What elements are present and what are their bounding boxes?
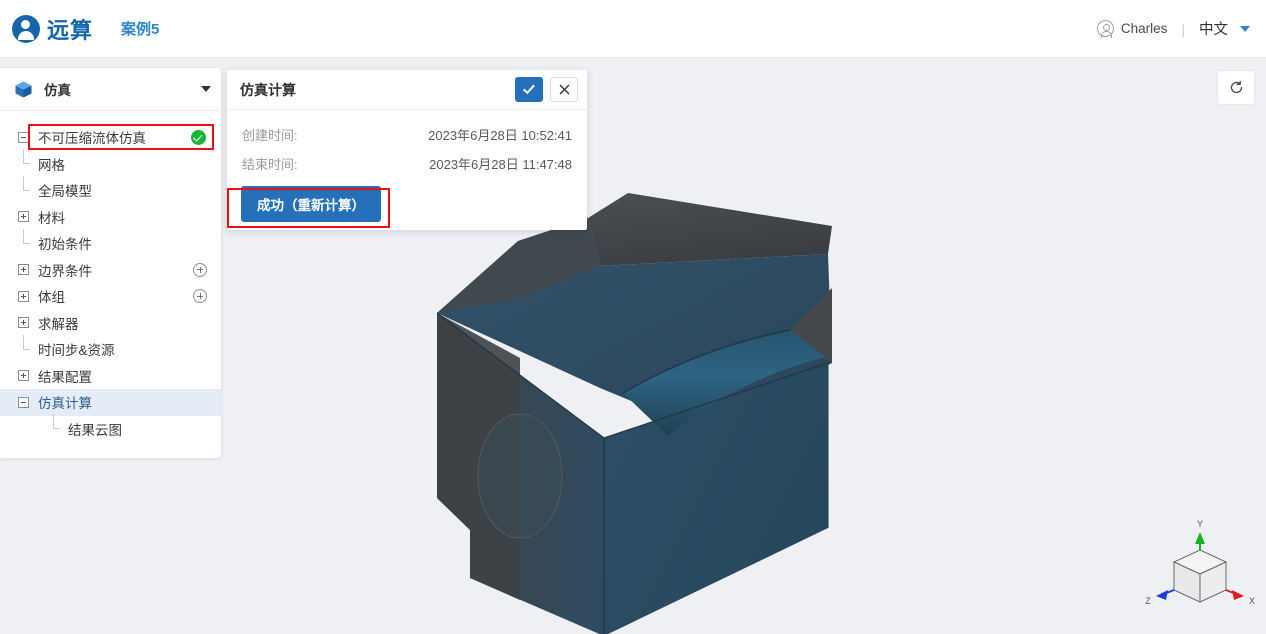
app-root: Y X Z 远算 案例5 Charles | 中文 仿真 不可压缩流体仿真 网格…	[0, 0, 1266, 634]
axis-label-z: Z	[1145, 596, 1151, 606]
tree-item-label: 材料	[38, 210, 65, 226]
model-top-back-slab	[588, 193, 832, 266]
tree-item-result-config[interactable]: 结果配置	[0, 363, 221, 390]
chevron-down-icon[interactable]	[1240, 25, 1250, 32]
user-avatar-icon	[1096, 20, 1114, 38]
yuansuan-logo-icon	[12, 14, 40, 43]
expand-toggle-icon[interactable]	[18, 290, 29, 302]
axis-label-y: Y	[1197, 519, 1203, 529]
recompute-button[interactable]: 成功（重新计算）	[241, 186, 381, 222]
tree-item-label: 结果配置	[38, 369, 92, 385]
sidebar-title: 仿真	[44, 83, 71, 98]
chevron-down-icon[interactable]	[201, 86, 211, 92]
status-success-icon	[191, 129, 206, 145]
tree-item-global-model[interactable]: 全局模型	[0, 175, 221, 204]
dialog-header: 仿真计算	[227, 70, 587, 110]
tree-item-timestep-resources[interactable]: 时间步&资源	[0, 334, 221, 363]
tree-branch-line	[18, 334, 30, 355]
project-name: 案例5	[121, 21, 160, 38]
collapse-toggle-icon[interactable]	[18, 131, 29, 143]
tree-branch-line	[48, 414, 60, 434]
tree-item-label: 求解器	[38, 316, 79, 332]
close-icon	[559, 84, 569, 95]
tree-item-label: 全局模型	[38, 184, 92, 200]
create-time-label: 创建时间:	[242, 128, 298, 143]
tree-item-label: 结果云图	[68, 422, 122, 438]
axis-z-arrow	[1156, 590, 1168, 600]
check-icon	[523, 81, 535, 95]
dialog-header-actions	[515, 77, 578, 102]
brand[interactable]: 远算	[12, 13, 93, 45]
tree-item-label: 不可压缩流体仿真	[38, 131, 146, 147]
simulation-sidebar: 仿真 不可压缩流体仿真 网格 全局模型 材料 初始条件 边界条件 体组 求解器 …	[0, 68, 221, 458]
collapse-toggle-icon[interactable]	[18, 396, 29, 408]
tree-branch-line	[18, 175, 30, 196]
axis-x-arrow	[1232, 590, 1244, 600]
expand-toggle-icon[interactable]	[18, 264, 29, 276]
add-icon[interactable]	[193, 289, 207, 304]
add-icon[interactable]	[193, 262, 207, 277]
confirm-button[interactable]	[515, 77, 543, 102]
tree-item-label: 网格	[38, 157, 65, 173]
dialog-title: 仿真计算	[240, 81, 296, 98]
tree-item-incompressible-flow[interactable]: 不可压缩流体仿真	[0, 124, 221, 151]
simulation-run-dialog: 仿真计算 创建时间: 2023年6月28日 10:52:41 结束时间: 202…	[227, 70, 587, 230]
sidebar-header[interactable]: 仿真	[0, 68, 221, 111]
end-time-label: 结束时间:	[242, 157, 298, 172]
header-right: Charles | 中文	[1096, 18, 1250, 39]
tree-item-volume-group[interactable]: 体组	[0, 283, 221, 310]
app-header: 远算 案例5 Charles | 中文	[0, 0, 1266, 58]
tree-item-mesh[interactable]: 网格	[0, 149, 221, 178]
tree-item-material[interactable]: 材料	[0, 204, 221, 231]
tree-branch-line	[18, 228, 30, 249]
tree-item-label: 初始条件	[38, 237, 92, 253]
end-time-row: 结束时间: 2023年6月28日 11:47:48	[242, 149, 572, 178]
brand-name: 远算	[47, 17, 94, 43]
cube-icon	[14, 80, 33, 99]
header-separator: |	[1181, 20, 1185, 37]
tree-item-label: 时间步&资源	[38, 343, 115, 359]
axis-y-arrow	[1195, 532, 1205, 544]
axis-label-x: X	[1249, 596, 1255, 606]
simulation-tree: 不可压缩流体仿真 网格 全局模型 材料 初始条件 边界条件 体组 求解器 时间步…	[0, 111, 221, 442]
tree-item-result-contour[interactable]: 结果云图	[0, 414, 221, 443]
expand-toggle-icon[interactable]	[18, 211, 29, 223]
create-time-row: 创建时间: 2023年6月28日 10:52:41	[242, 120, 572, 149]
close-button[interactable]	[550, 77, 578, 102]
tree-branch-line	[18, 149, 30, 169]
tree-item-label: 边界条件	[38, 263, 92, 279]
tree-item-simulation-run[interactable]: 仿真计算	[0, 389, 221, 416]
reset-view-button[interactable]	[1217, 70, 1255, 105]
tree-item-initial-conditions[interactable]: 初始条件	[0, 228, 221, 257]
tree-item-boundary-conditions[interactable]: 边界条件	[0, 257, 221, 284]
end-time-value: 2023年6月28日 11:47:48	[429, 157, 572, 172]
tree-item-label: 仿真计算	[38, 396, 92, 412]
create-time-value: 2023年6月28日 10:52:41	[428, 128, 572, 143]
expand-toggle-icon[interactable]	[18, 317, 29, 329]
refresh-icon	[1230, 80, 1242, 94]
expand-toggle-icon[interactable]	[18, 370, 29, 382]
tree-item-label: 体组	[38, 290, 65, 306]
dialog-body: 创建时间: 2023年6月28日 10:52:41 结束时间: 2023年6月2…	[227, 110, 587, 178]
dialog-footer: 成功（重新计算）	[227, 178, 587, 222]
tree-item-solver[interactable]: 求解器	[0, 310, 221, 337]
user-name[interactable]: Charles	[1121, 21, 1168, 36]
language-selector[interactable]: 中文	[1199, 18, 1228, 39]
axis-orientation-cube[interactable]: Y X Z	[1140, 518, 1260, 628]
